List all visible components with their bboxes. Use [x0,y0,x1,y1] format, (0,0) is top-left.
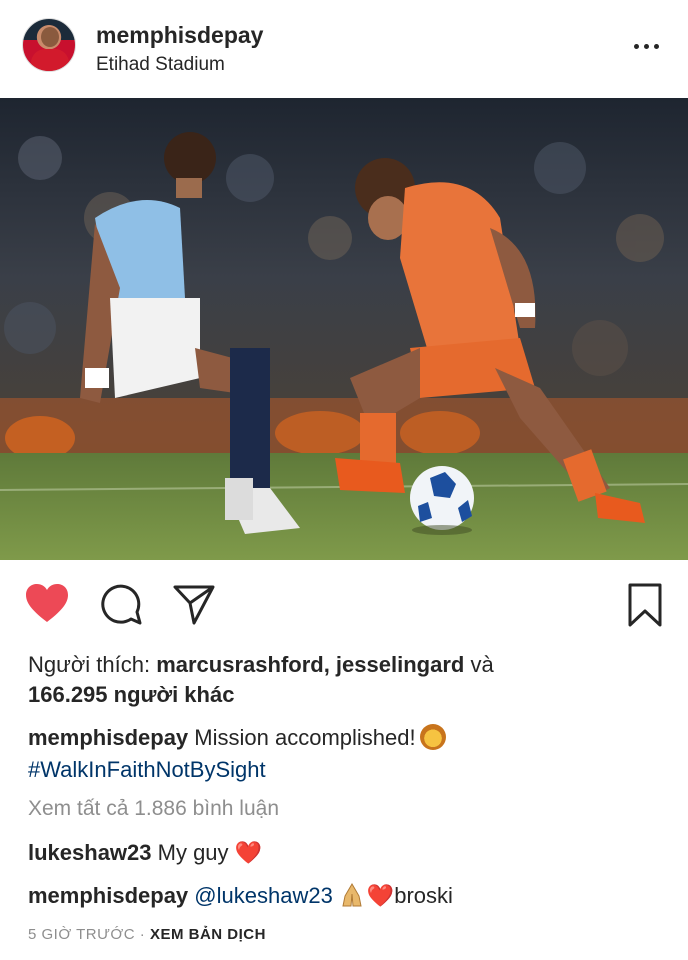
folded-hands-emoji [342,883,362,907]
avatar[interactable] [22,18,76,72]
likes-summary[interactable]: Người thích: marcusrashford, jesselingar… [28,650,668,710]
red-heart-emoji: ❤️ [234,840,263,865]
likes-users[interactable]: marcusrashford, jesselingard [156,652,464,677]
post-footer: 5 GIỜ TRƯỚC · XEM BẢN DỊCH [28,926,266,943]
comment-text: My guy [151,840,235,865]
post-username[interactable]: memphisdepay [96,22,263,49]
caption-username[interactable]: memphisdepay [28,725,188,750]
likes-prefix: Người thích: [28,652,157,677]
lion-face-emoji [419,724,446,750]
more-options-icon[interactable] [628,36,664,56]
red-heart-emoji: ❤️ [366,883,395,908]
comment-icon[interactable] [99,582,143,626]
footer-separator: · [135,926,150,943]
post-location[interactable]: Etihad Stadium [96,54,225,76]
action-bar [0,570,688,640]
see-translation-link[interactable]: XEM BẢN DỊCH [150,926,266,943]
comment-mention[interactable]: @lukeshaw23 [194,883,333,908]
likes-count[interactable]: 166.295 người khác [28,682,234,707]
view-all-comments-link[interactable]: Xem tất cả 1.886 bình luận [28,797,279,821]
direct-share-icon[interactable] [172,582,216,626]
comment-item: lukeshaw23 My guy ❤️ [28,840,262,866]
caption-hashtag[interactable]: #WalkInFaithNotBySight [28,757,266,782]
post-header: memphisdepay Etihad Stadium [0,0,688,98]
comment-username[interactable]: lukeshaw23 [28,840,152,865]
post-caption: memphisdepay Mission accomplished! #Walk… [28,722,668,786]
likes-and: và [464,652,494,677]
post-timestamp: 5 GIỜ TRƯỚC [28,926,136,943]
caption-text: Mission accomplished! [188,725,416,750]
comment-text: broski [394,883,453,908]
post-photo[interactable] [0,98,688,560]
bookmark-icon[interactable] [626,582,664,628]
comment-username[interactable]: memphisdepay [28,883,188,908]
comment-item: memphisdepay @lukeshaw23 ❤️broski [28,882,453,909]
heart-icon[interactable] [24,582,70,624]
